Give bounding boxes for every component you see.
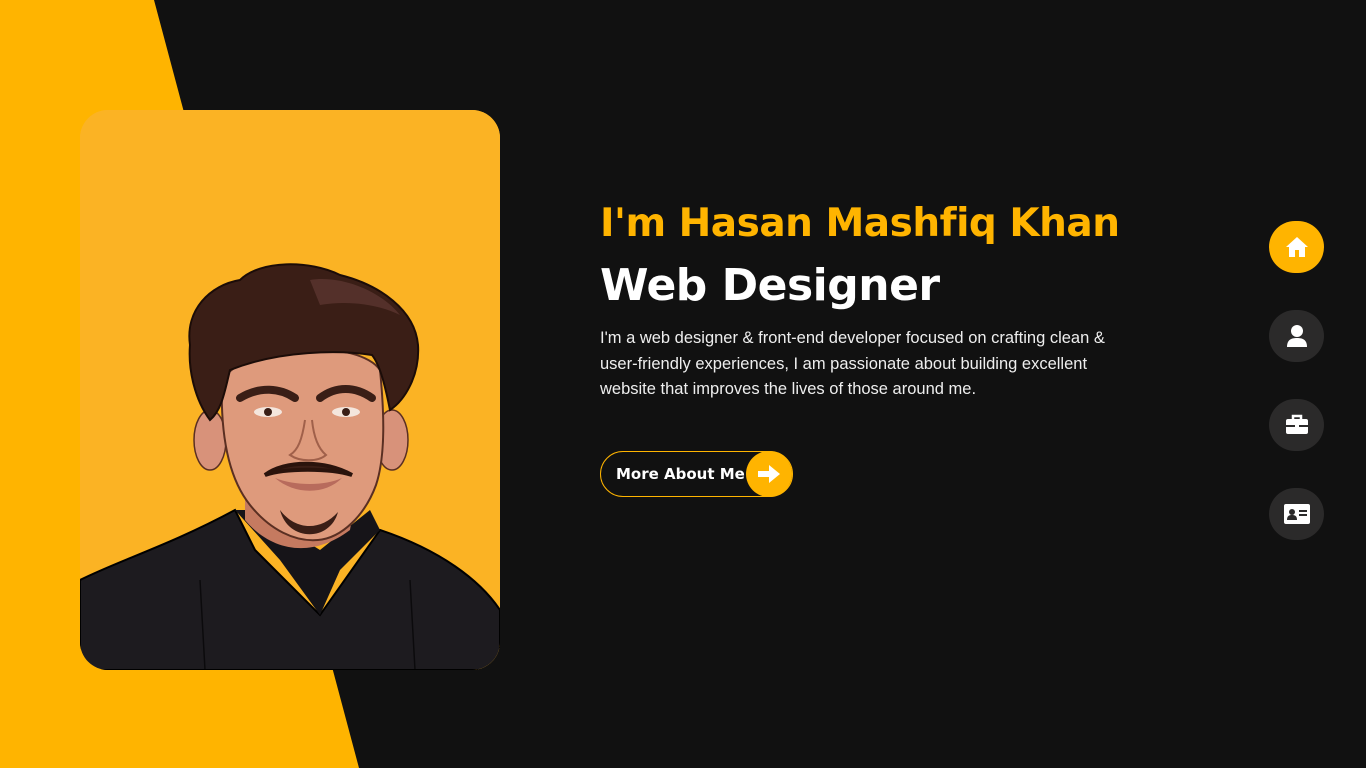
briefcase-icon	[1285, 414, 1309, 436]
contact-card-icon	[1283, 504, 1310, 524]
hero-description: I'm a web designer & front-end developer…	[600, 329, 1105, 398]
hero-section: I'm Hasan Mashfiq Khan Web Designer I'm …	[600, 198, 1140, 403]
hero-name: I'm Hasan Mashfiq Khan	[600, 201, 1120, 246]
more-about-me-button[interactable]: More About Me	[600, 451, 793, 497]
profile-portrait	[80, 110, 500, 670]
user-icon	[1286, 324, 1308, 348]
hero-title: Web Designer	[600, 260, 940, 311]
nav-about[interactable]	[1269, 310, 1324, 362]
nav-portfolio[interactable]	[1269, 399, 1324, 451]
nav-contact[interactable]	[1269, 488, 1324, 540]
more-about-me-label: More About Me	[616, 465, 745, 483]
arrow-right-icon	[746, 451, 792, 497]
nav-home[interactable]	[1269, 221, 1324, 273]
side-navigation	[1269, 221, 1324, 577]
home-icon	[1285, 236, 1309, 258]
